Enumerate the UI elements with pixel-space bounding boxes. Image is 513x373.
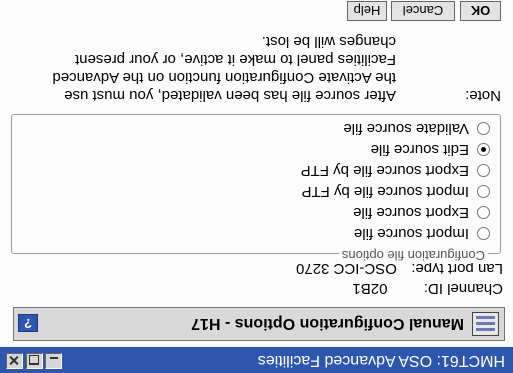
radio-icon[interactable]: [477, 185, 490, 199]
option-validate-source-file[interactable]: Validate source file: [343, 119, 490, 139]
dialog-window: HMCT61: OSA Advanced Facilities Manual C…: [0, 0, 513, 373]
help-icon[interactable]: ?: [18, 314, 38, 332]
panel-title: Manual Configuration Options - H17: [191, 315, 464, 332]
title-bar[interactable]: HMCT61: OSA Advanced Facilities: [0, 347, 513, 373]
help-button[interactable]: Help: [347, 1, 387, 21]
option-label: Export source file: [353, 204, 469, 222]
note-line: After source file has been validated, yo…: [64, 87, 396, 104]
option-label: Import source file: [353, 225, 469, 243]
close-icon[interactable]: [6, 353, 23, 369]
radio-icon[interactable]: [477, 122, 490, 136]
radio-icon[interactable]: [477, 227, 490, 241]
channel-id-row: Channel ID: 02B1: [352, 280, 503, 297]
note-line: the Activate Configuration function on t…: [52, 69, 396, 86]
radio-icon[interactable]: [477, 206, 490, 220]
radio-icon[interactable]: [477, 164, 490, 178]
option-label: Import source file by FTP: [301, 183, 469, 201]
config-options-group: Configuration file options Import source…: [11, 114, 501, 263]
option-export-source-file-ftp[interactable]: Export source file by FTP: [301, 161, 490, 181]
option-label: Export source file by FTP: [300, 162, 469, 180]
channel-id-value: 02B1: [352, 280, 388, 297]
maximize-icon[interactable]: [26, 353, 43, 369]
option-label: Validate source file: [343, 120, 469, 138]
option-label: Edit source file: [370, 141, 469, 159]
note-label: Note:: [465, 87, 501, 104]
configuration-icon: [472, 312, 499, 336]
config-options-legend: Configuration file options: [338, 248, 488, 263]
cancel-button[interactable]: Cancel: [391, 1, 455, 21]
option-import-source-file[interactable]: Import source file: [354, 224, 490, 244]
option-import-source-file-ftp[interactable]: Import source file by FTP: [301, 182, 490, 202]
note-line: Facilities panel to make it active, or y…: [75, 51, 396, 68]
ok-button[interactable]: OK: [460, 1, 501, 21]
channel-id-label: Channel ID:: [423, 280, 503, 297]
note-line: changes will be lost.: [261, 33, 396, 50]
window-title: HMCT61: OSA Advanced Facilities: [257, 352, 505, 369]
option-edit-source-file[interactable]: Edit source file: [371, 140, 490, 160]
option-export-source-file[interactable]: Export source file: [353, 203, 490, 223]
radio-selected-icon[interactable]: [477, 143, 490, 157]
panel-header: Manual Configuration Options - H17 ?: [13, 307, 505, 341]
minimize-icon[interactable]: [45, 353, 62, 369]
